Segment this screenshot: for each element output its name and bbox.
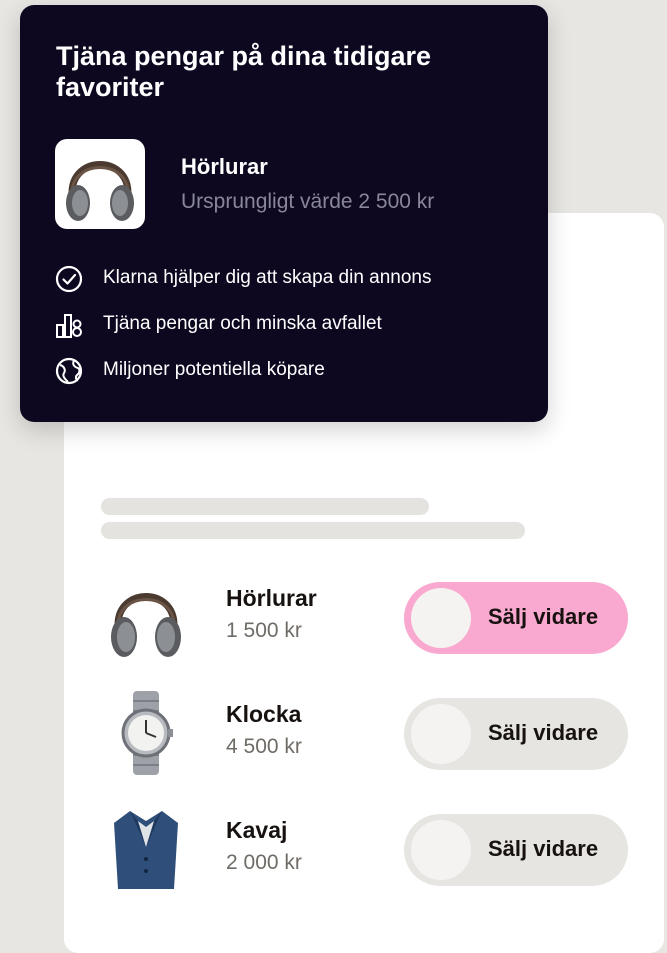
watch-image [121,691,173,775]
blazer-image [114,811,178,889]
sell-toggle-kavaj[interactable]: Sälj vidare [404,814,628,886]
item-name: Klocka [226,701,302,727]
sell-toggle-klocka[interactable]: Sälj vidare [404,698,628,770]
list-item-horlurar: Hörlurar 1 500 kr Sälj vidare [100,575,630,657]
product-original-value: Ursprungligt värde 2 500 kr [181,190,435,213]
sell-toggle-horlurar[interactable]: Sälj vidare [404,582,628,654]
promo-card: Tjäna pengar på dina tidigare favoriter … [20,5,548,422]
list-item-kavaj: Kavaj 2 000 kr Sälj vidare [100,807,630,889]
skeleton-line [101,522,525,539]
bar-chart-icon [56,314,82,338]
headphones-image [66,161,134,221]
list-item-klocka: Klocka 4 500 kr Sälj vidare [100,691,630,775]
product-name: Hörlurar [181,154,268,179]
feature-text: Tjäna pengar och minska avfallet [103,313,382,334]
globe-icon [55,357,83,385]
feature-text: Miljoner potentiella köpare [103,359,325,380]
feature-text: Klarna hjälper dig att skapa din annons [103,267,432,288]
item-name: Kavaj [226,817,288,843]
item-price: 2 000 kr [226,851,302,874]
item-price: 4 500 kr [226,735,302,758]
toggle-knob [411,588,471,648]
toggle-label: Sälj vidare [488,836,599,861]
toggle-knob [411,820,471,880]
item-name: Hörlurar [226,585,317,611]
item-price: 1 500 kr [226,619,302,642]
toggle-label: Sälj vidare [488,604,599,629]
skeleton-line [101,498,429,515]
headphones-image [111,593,181,657]
product-thumbnail [55,139,145,229]
promo-title: Tjäna pengar på dina tidigare favoriter [56,41,432,102]
check-circle-icon [55,265,83,293]
toggle-label: Sälj vidare [488,720,599,745]
toggle-knob [411,704,471,764]
